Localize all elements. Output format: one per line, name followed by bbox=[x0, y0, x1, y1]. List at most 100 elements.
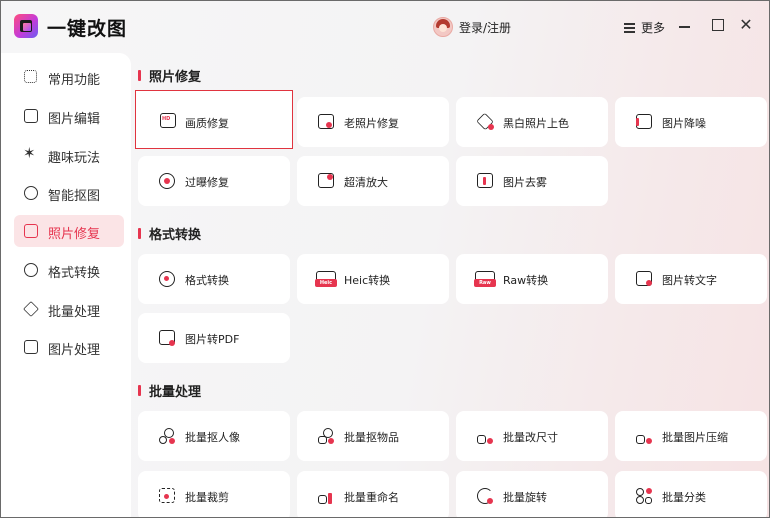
app-window: 一键改图 登录/注册 更多 ✕ 常用功能 图片编辑 趣味玩法 bbox=[0, 0, 770, 518]
sidebar-item-label: 照片修复 bbox=[48, 227, 101, 242]
pdf-icon bbox=[158, 329, 176, 347]
menu-icon bbox=[624, 23, 635, 33]
hd-image-icon: HD bbox=[159, 112, 177, 130]
convert-circle-icon bbox=[158, 270, 176, 288]
card-format-convert[interactable]: 格式转换 bbox=[138, 254, 290, 304]
sidebar-item-photo-repair[interactable]: 照片修复 bbox=[14, 215, 124, 247]
more-menu-button[interactable]: 更多 bbox=[624, 19, 665, 36]
sidebar-item-label: 图片编辑 bbox=[48, 112, 101, 127]
card-label: 批量改尺寸 bbox=[503, 431, 558, 444]
card-label: 过曝修复 bbox=[185, 176, 229, 189]
layers-icon bbox=[23, 301, 39, 317]
app-title: 一键改图 bbox=[47, 18, 128, 40]
card-label: 图片去雾 bbox=[503, 176, 547, 189]
denoise-icon bbox=[635, 113, 653, 131]
card-dehaze[interactable]: 图片去雾 bbox=[456, 156, 608, 206]
image-text-icon bbox=[635, 270, 653, 288]
card-image-to-text[interactable]: 图片转文字 bbox=[615, 254, 767, 304]
sidebar-item-label: 格式转换 bbox=[48, 266, 101, 281]
card-label: Raw转换 bbox=[503, 274, 549, 287]
convert-icon bbox=[24, 263, 38, 277]
raw-icon: Raw bbox=[474, 270, 496, 288]
close-button[interactable]: ✕ bbox=[739, 17, 753, 33]
object-cutout-icon bbox=[317, 427, 335, 445]
card-label: 批量重命名 bbox=[344, 491, 399, 504]
minimize-button[interactable] bbox=[678, 18, 692, 32]
card-batch-rotate[interactable]: 批量旋转 bbox=[456, 471, 608, 517]
card-batch-portrait-cutout[interactable]: 批量抠人像 bbox=[138, 411, 290, 461]
card-label: 老照片修复 bbox=[344, 117, 399, 130]
heic-badge: Heic bbox=[315, 279, 337, 287]
card-batch-rename[interactable]: 批量重命名 bbox=[297, 471, 449, 517]
sidebar-item-batch[interactable]: 批量处理 bbox=[14, 293, 124, 325]
card-label: Heic转换 bbox=[344, 274, 391, 287]
portrait-cutout-icon bbox=[158, 427, 176, 445]
section-title-batch: 批量处理 bbox=[138, 381, 201, 400]
card-old-photo-repair[interactable]: 老照片修复 bbox=[297, 97, 449, 147]
card-colorize[interactable]: 黑白照片上色 bbox=[456, 97, 608, 147]
card-label: 格式转换 bbox=[185, 274, 229, 287]
sidebar-item-label: 趣味玩法 bbox=[48, 151, 101, 166]
sparkle-icon bbox=[23, 144, 38, 162]
compress-icon bbox=[635, 427, 653, 445]
image-icon bbox=[24, 340, 38, 354]
card-label: 黑白照片上色 bbox=[503, 117, 569, 130]
title-bar: 一键改图 登录/注册 更多 ✕ bbox=[1, 1, 769, 51]
more-label: 更多 bbox=[641, 21, 666, 35]
resize-icon bbox=[476, 427, 494, 445]
maximize-button[interactable] bbox=[711, 18, 725, 32]
card-label: 画质修复 bbox=[185, 117, 229, 130]
card-label: 超清放大 bbox=[344, 176, 388, 189]
sidebar-item-fun[interactable]: 趣味玩法 bbox=[14, 139, 124, 171]
sidebar-item-cutout[interactable]: 智能抠图 bbox=[14, 177, 124, 209]
card-label: 图片转文字 bbox=[662, 274, 717, 287]
card-quality-repair[interactable]: HD 画质修复 bbox=[135, 90, 293, 149]
avatar-icon bbox=[433, 17, 453, 37]
login-button[interactable]: 登录/注册 bbox=[433, 17, 511, 37]
card-image-to-pdf[interactable]: 图片转PDF bbox=[138, 313, 290, 363]
sidebar-item-label: 常用功能 bbox=[48, 73, 101, 88]
card-label: 批量图片压缩 bbox=[662, 431, 728, 444]
sun-icon bbox=[158, 172, 176, 190]
card-label: 批量抠物品 bbox=[344, 431, 399, 444]
card-denoise[interactable]: 图片降噪 bbox=[615, 97, 767, 147]
card-overexposure-repair[interactable]: 过曝修复 bbox=[138, 156, 290, 206]
sidebar-item-format[interactable]: 格式转换 bbox=[14, 254, 124, 286]
card-label: 图片降噪 bbox=[662, 117, 706, 130]
card-batch-classify[interactable]: 批量分类 bbox=[615, 471, 767, 517]
classify-icon bbox=[635, 487, 653, 505]
card-label: 图片转PDF bbox=[185, 333, 240, 346]
card-label: 批量抠人像 bbox=[185, 431, 240, 444]
card-batch-compress[interactable]: 批量图片压缩 bbox=[615, 411, 767, 461]
section-title-format: 格式转换 bbox=[138, 224, 201, 243]
app-logo-icon bbox=[14, 14, 38, 38]
card-batch-resize[interactable]: 批量改尺寸 bbox=[456, 411, 608, 461]
card-batch-crop[interactable]: 批量裁剪 bbox=[138, 471, 290, 517]
raw-badge: Raw bbox=[474, 279, 496, 287]
rotate-icon bbox=[476, 487, 494, 505]
sidebar-item-label: 智能抠图 bbox=[48, 189, 101, 204]
sidebar-item-image-edit[interactable]: 图片编辑 bbox=[14, 100, 124, 132]
photo-repair-icon bbox=[24, 224, 38, 238]
section-title-photo-repair: 照片修复 bbox=[138, 66, 201, 85]
sidebar-item-common[interactable]: 常用功能 bbox=[14, 61, 124, 93]
card-batch-object-cutout[interactable]: 批量抠物品 bbox=[297, 411, 449, 461]
card-heic-convert[interactable]: Heic Heic转换 bbox=[297, 254, 449, 304]
card-label: 批量旋转 bbox=[503, 491, 547, 504]
dehaze-icon bbox=[476, 172, 494, 190]
wrench-image-icon bbox=[317, 113, 335, 131]
card-super-resolution[interactable]: 超清放大 bbox=[297, 156, 449, 206]
card-raw-convert[interactable]: Raw Raw转换 bbox=[456, 254, 608, 304]
grid-icon bbox=[24, 70, 37, 83]
sidebar: 常用功能 图片编辑 趣味玩法 智能抠图 照片修复 格式转换 批量处理 图片处理 bbox=[1, 53, 131, 517]
upscale-icon bbox=[317, 172, 335, 190]
target-icon bbox=[24, 186, 38, 200]
crop-icon bbox=[158, 487, 176, 505]
login-label: 登录/注册 bbox=[459, 20, 512, 35]
heic-icon: Heic bbox=[315, 270, 337, 288]
card-label: 批量分类 bbox=[662, 491, 706, 504]
paint-bucket-icon bbox=[476, 112, 494, 131]
card-label: 批量裁剪 bbox=[185, 491, 229, 504]
sidebar-item-image-process[interactable]: 图片处理 bbox=[14, 331, 124, 363]
rename-icon bbox=[317, 487, 335, 505]
